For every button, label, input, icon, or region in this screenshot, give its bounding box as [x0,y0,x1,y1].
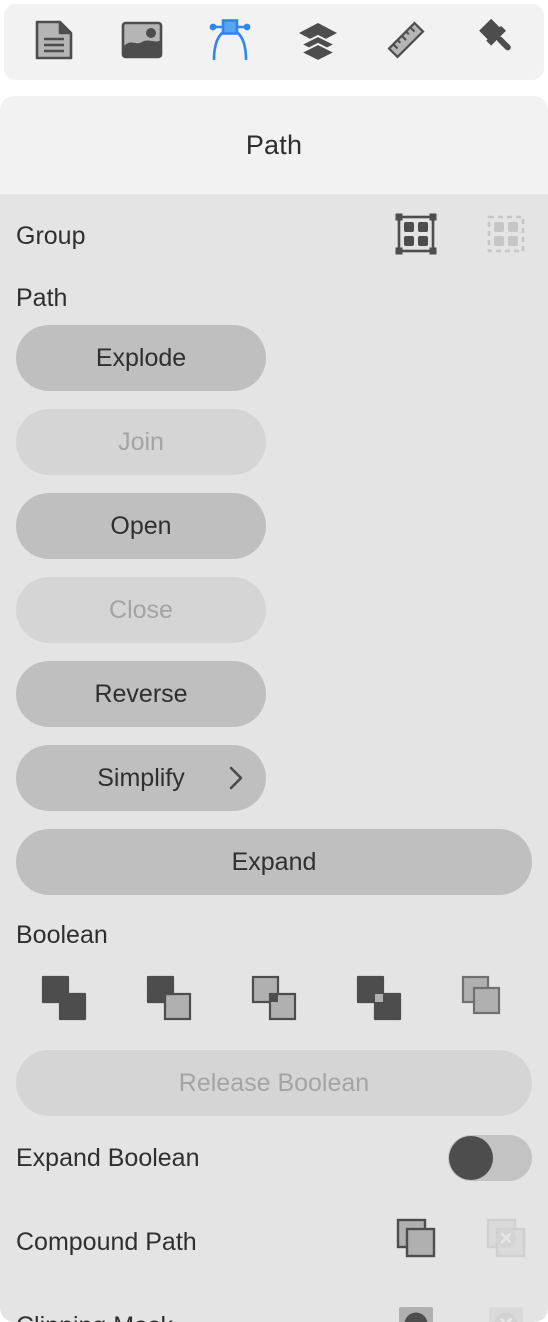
expand-boolean-row: Expand Boolean [16,1116,532,1200]
brush-icon-button[interactable] [464,12,524,72]
clipping-mask-controls [390,1300,532,1322]
image-icon [121,20,163,65]
clipping-mask-row: Clipping Mask [16,1284,532,1322]
panel-header: Path [0,96,548,194]
boolean-intersect-button[interactable] [242,968,306,1032]
top-toolbar [4,4,544,80]
panel-body: Group Path Explode Join Open Close Rever… [0,194,548,1322]
ruler-icon [385,19,427,66]
simplify-label: Simplify [97,763,185,792]
boolean-union-button[interactable] [32,968,96,1032]
compound-path-release-icon [481,1215,531,1270]
expand-label: Expand [231,847,317,876]
boolean-divide-icon [455,969,513,1032]
boolean-divide-button[interactable] [452,968,516,1032]
boolean-subtract-button[interactable] [137,968,201,1032]
make-clipping-mask-button[interactable] [390,1300,442,1322]
ungroup-button[interactable] [480,210,532,262]
release-compound-path-button[interactable] [480,1216,532,1268]
boolean-difference-icon [350,969,408,1032]
close-label: Close [109,595,173,624]
explode-label: Explode [95,343,187,372]
document-icon [35,20,73,65]
compound-path-label: Compound Path [16,1227,197,1256]
clipping-mask-make-icon [391,1299,441,1322]
explode-button[interactable]: Explode [16,325,266,391]
group-button[interactable] [390,210,442,262]
brush-icon [473,18,515,66]
boolean-difference-button[interactable] [347,968,411,1032]
document-icon-button[interactable] [24,12,84,72]
ruler-icon-button[interactable] [376,12,436,72]
release-clipping-mask-button[interactable] [480,1300,532,1322]
compound-path-row: Compound Path [16,1200,532,1284]
group-row: Group [16,194,532,278]
page-title: Path [245,129,303,160]
join-label: Join [118,427,164,456]
path-icon-button[interactable] [200,12,260,72]
close-button[interactable]: Close [16,577,266,643]
toggle-knob [449,1136,493,1180]
chevron-right-icon [228,765,244,791]
boolean-subtract-icon [140,969,198,1032]
clipping-mask-release-icon [481,1299,531,1322]
image-icon-button[interactable] [112,12,172,72]
make-compound-path-button[interactable] [390,1216,442,1268]
layers-icon [297,20,339,65]
boolean-intersect-icon [245,969,303,1032]
open-label: Open [110,511,172,540]
release-boolean-label: Release Boolean [178,1068,370,1097]
simplify-button[interactable]: Simplify [16,745,266,811]
boolean-operations-strip [16,962,532,1032]
expand-button[interactable]: Expand [16,829,532,895]
compound-path-controls [390,1216,532,1268]
open-button[interactable]: Open [16,493,266,559]
join-button[interactable]: Join [16,409,266,475]
group-icon [392,210,440,263]
path-button-grid: Explode Join Open Close Reverse Simplify [16,325,532,811]
compound-path-make-icon [391,1215,441,1270]
clipping-mask-label: Clipping Mask [16,1312,173,1322]
boolean-section-label: Boolean [16,921,108,949]
path-panel-window: Path Group Path Explode Join Open Close … [0,0,548,1322]
expand-boolean-label: Expand Boolean [16,1143,200,1172]
layers-icon-button[interactable] [288,12,348,72]
group-controls [390,210,532,262]
ungroup-icon [482,210,530,263]
path-section-label: Path [16,284,68,312]
reverse-label: Reverse [94,679,188,708]
reverse-button[interactable]: Reverse [16,661,266,727]
boolean-union-icon [35,969,93,1032]
expand-boolean-toggle[interactable] [448,1135,532,1181]
path-icon [206,18,254,67]
group-label: Group [16,221,86,250]
release-boolean-button[interactable]: Release Boolean [16,1050,532,1116]
